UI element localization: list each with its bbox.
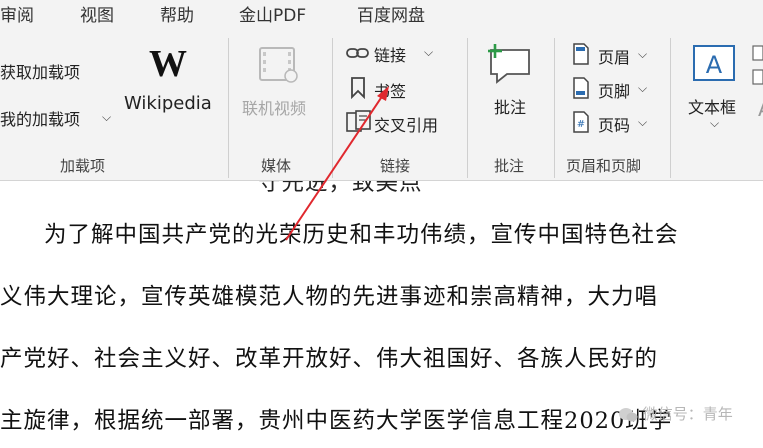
- annotation-arrow: [285, 86, 389, 241]
